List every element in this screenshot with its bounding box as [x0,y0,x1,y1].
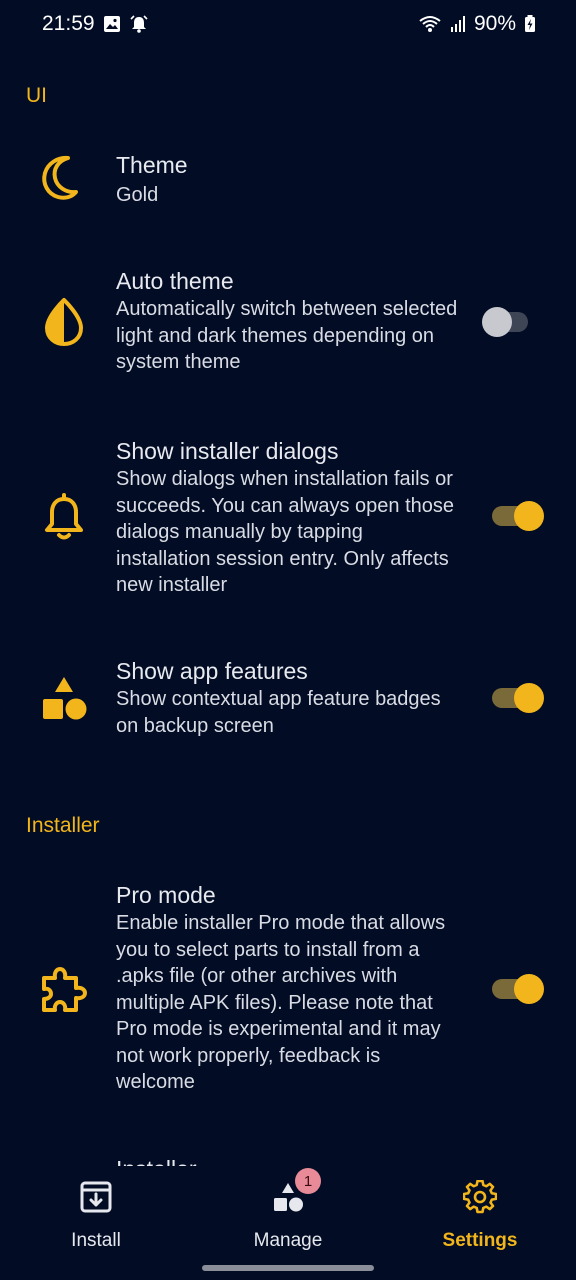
clock: 21:59 [42,12,95,35]
setting-title: Show installer dialogs [116,438,339,464]
setting-description: Automatically switch between selected li… [116,298,458,373]
setting-description: Show contextual app feature badges on ba… [116,688,441,737]
setting-pro-mode-text: Pro mode Enable installer Pro mode that … [116,880,461,1096]
alarm-icon [129,14,149,34]
moon-icon [38,152,90,204]
setting-description: Enable installer Pro mode that allows yo… [116,912,446,1093]
nav-install-label: Install [71,1230,121,1251]
status-right: 90% [418,12,536,36]
toggle-thumb [482,307,512,337]
toggle-thumb [514,974,544,1004]
toggle-thumb [514,501,544,531]
setting-value: Gold [116,184,159,206]
status-bar: 21:59 90% [0,0,576,48]
setting-pro-mode[interactable]: Pro mode Enable installer Pro mode that … [0,876,576,1106]
contrast-icon [38,296,90,348]
setting-app-features[interactable]: Show app features Show contextual app fe… [0,652,576,752]
status-left: 21:59 [42,12,149,36]
signal-icon [450,15,466,33]
setting-installer-dialogs[interactable]: Show installer dialogs Show dialogs when… [0,432,576,608]
setting-description: Show dialogs when installation fails or … [116,468,455,596]
pro-mode-toggle[interactable] [482,971,546,1007]
setting-app-features-text: Show app features Show contextual app fe… [116,656,461,739]
setting-theme-text: Theme Gold [116,150,461,209]
installer-dialogs-toggle[interactable] [482,498,546,534]
setting-theme[interactable]: Theme Gold [0,140,576,224]
setting-auto-theme-text: Auto theme Automatically switch between … [116,266,461,376]
nav-manage[interactable]: 1 Manage [192,1168,384,1260]
auto-theme-toggle[interactable] [482,304,546,340]
wifi-icon [418,15,442,33]
setting-title: Show app features [116,658,308,684]
nav-settings-label: Settings [442,1230,518,1251]
setting-title: Theme [116,152,188,178]
battery-charging-icon [524,15,536,33]
setting-title: Pro mode [116,882,216,908]
nav-settings[interactable]: Settings [384,1180,576,1260]
puzzle-icon [38,964,90,1016]
gallery-icon [103,15,121,33]
app-features-toggle[interactable] [482,680,546,716]
shapes-icon [38,674,90,726]
bottom-navigation: Install 1 Manage Settings [0,1166,576,1280]
setting-title: Auto theme [116,268,234,294]
bell-icon [38,492,90,544]
archive-download-icon [79,1180,113,1216]
section-header-installer: Installer [26,814,100,837]
gear-icon [463,1180,497,1216]
gesture-handle[interactable] [202,1265,374,1271]
nav-manage-label: Manage [253,1230,323,1251]
section-header-ui: UI [26,84,47,107]
setting-auto-theme[interactable]: Auto theme Automatically switch between … [0,262,576,386]
shapes-icon: 1 [271,1168,321,1216]
nav-install[interactable]: Install [0,1180,192,1260]
toggle-thumb [514,683,544,713]
manage-badge: 1 [295,1168,321,1194]
battery-text: 90% [473,12,516,35]
setting-installer-dialogs-text: Show installer dialogs Show dialogs when… [116,436,461,599]
